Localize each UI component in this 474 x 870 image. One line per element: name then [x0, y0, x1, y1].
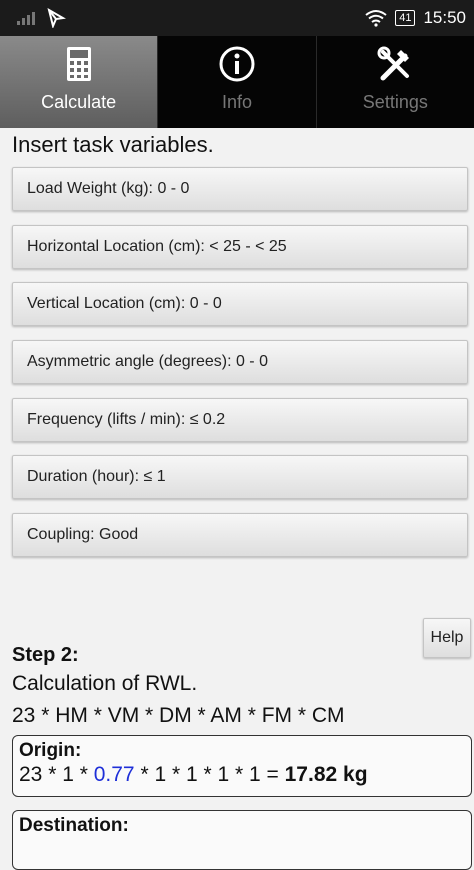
destination-box: Destination:	[12, 810, 472, 870]
origin-title: Origin:	[19, 740, 82, 761]
origin-vm-value: 0.77	[93, 763, 135, 786]
instruction-text: Insert task variables.	[12, 132, 214, 157]
origin-prefix: 23 * 1 *	[19, 763, 94, 786]
tab-label: Settings	[362, 92, 428, 112]
rwl-formula: 23 * HM * VM * DM * AM * FM * CM	[12, 704, 345, 727]
content-area: Insert task variables.	[0, 128, 474, 158]
help-button[interactable]: Help	[423, 618, 471, 658]
step-description: Calculation of RWL.	[12, 672, 198, 695]
tab-label: Info	[221, 92, 252, 112]
origin-calculation: 23 * 1 * 0.77 * 1 * 1 * 1 * 1 = 17.82 kg	[19, 762, 465, 788]
status-bar: 41 15:50	[0, 0, 474, 36]
load-weight-button[interactable]: Load Weight (kg): 0 - 0	[12, 167, 468, 211]
origin-result: 17.82 kg	[284, 763, 368, 786]
tab-label: Calculate	[41, 92, 117, 112]
frequency-button[interactable]: Frequency (lifts / min): ≤ 0.2	[12, 398, 468, 442]
horizontal-location-button[interactable]: Horizontal Location (cm): < 25 - < 25	[12, 225, 468, 269]
status-time: 15:50	[423, 8, 466, 27]
origin-box: Origin: 23 * 1 * 0.77 * 1 * 1 * 1 * 1 = …	[12, 735, 472, 797]
wifi-icon	[365, 10, 387, 27]
signal-bars-icon	[17, 12, 35, 25]
tools-icon	[377, 46, 410, 81]
destination-title: Destination:	[19, 815, 129, 836]
tab-info[interactable]: Info	[157, 36, 315, 128]
origin-suffix: * 1 * 1 * 1 * 1 =	[134, 763, 285, 786]
app-notification-icon	[47, 8, 66, 28]
asymmetric-angle-button[interactable]: Asymmetric angle (degrees): 0 - 0	[12, 340, 468, 384]
coupling-button[interactable]: Coupling: Good	[12, 513, 468, 557]
step-title: Step 2:	[12, 644, 79, 666]
duration-button[interactable]: Duration (hour): ≤ 1	[12, 455, 468, 499]
info-icon	[219, 46, 255, 82]
tab-bar: Calculate Info Settings	[0, 36, 474, 128]
calculator-icon	[66, 47, 91, 81]
battery-indicator: 41	[395, 10, 416, 26]
tab-settings[interactable]: Settings	[315, 36, 474, 128]
tab-calculate[interactable]: Calculate	[0, 36, 158, 128]
vertical-location-button[interactable]: Vertical Location (cm): 0 - 0	[12, 282, 468, 326]
